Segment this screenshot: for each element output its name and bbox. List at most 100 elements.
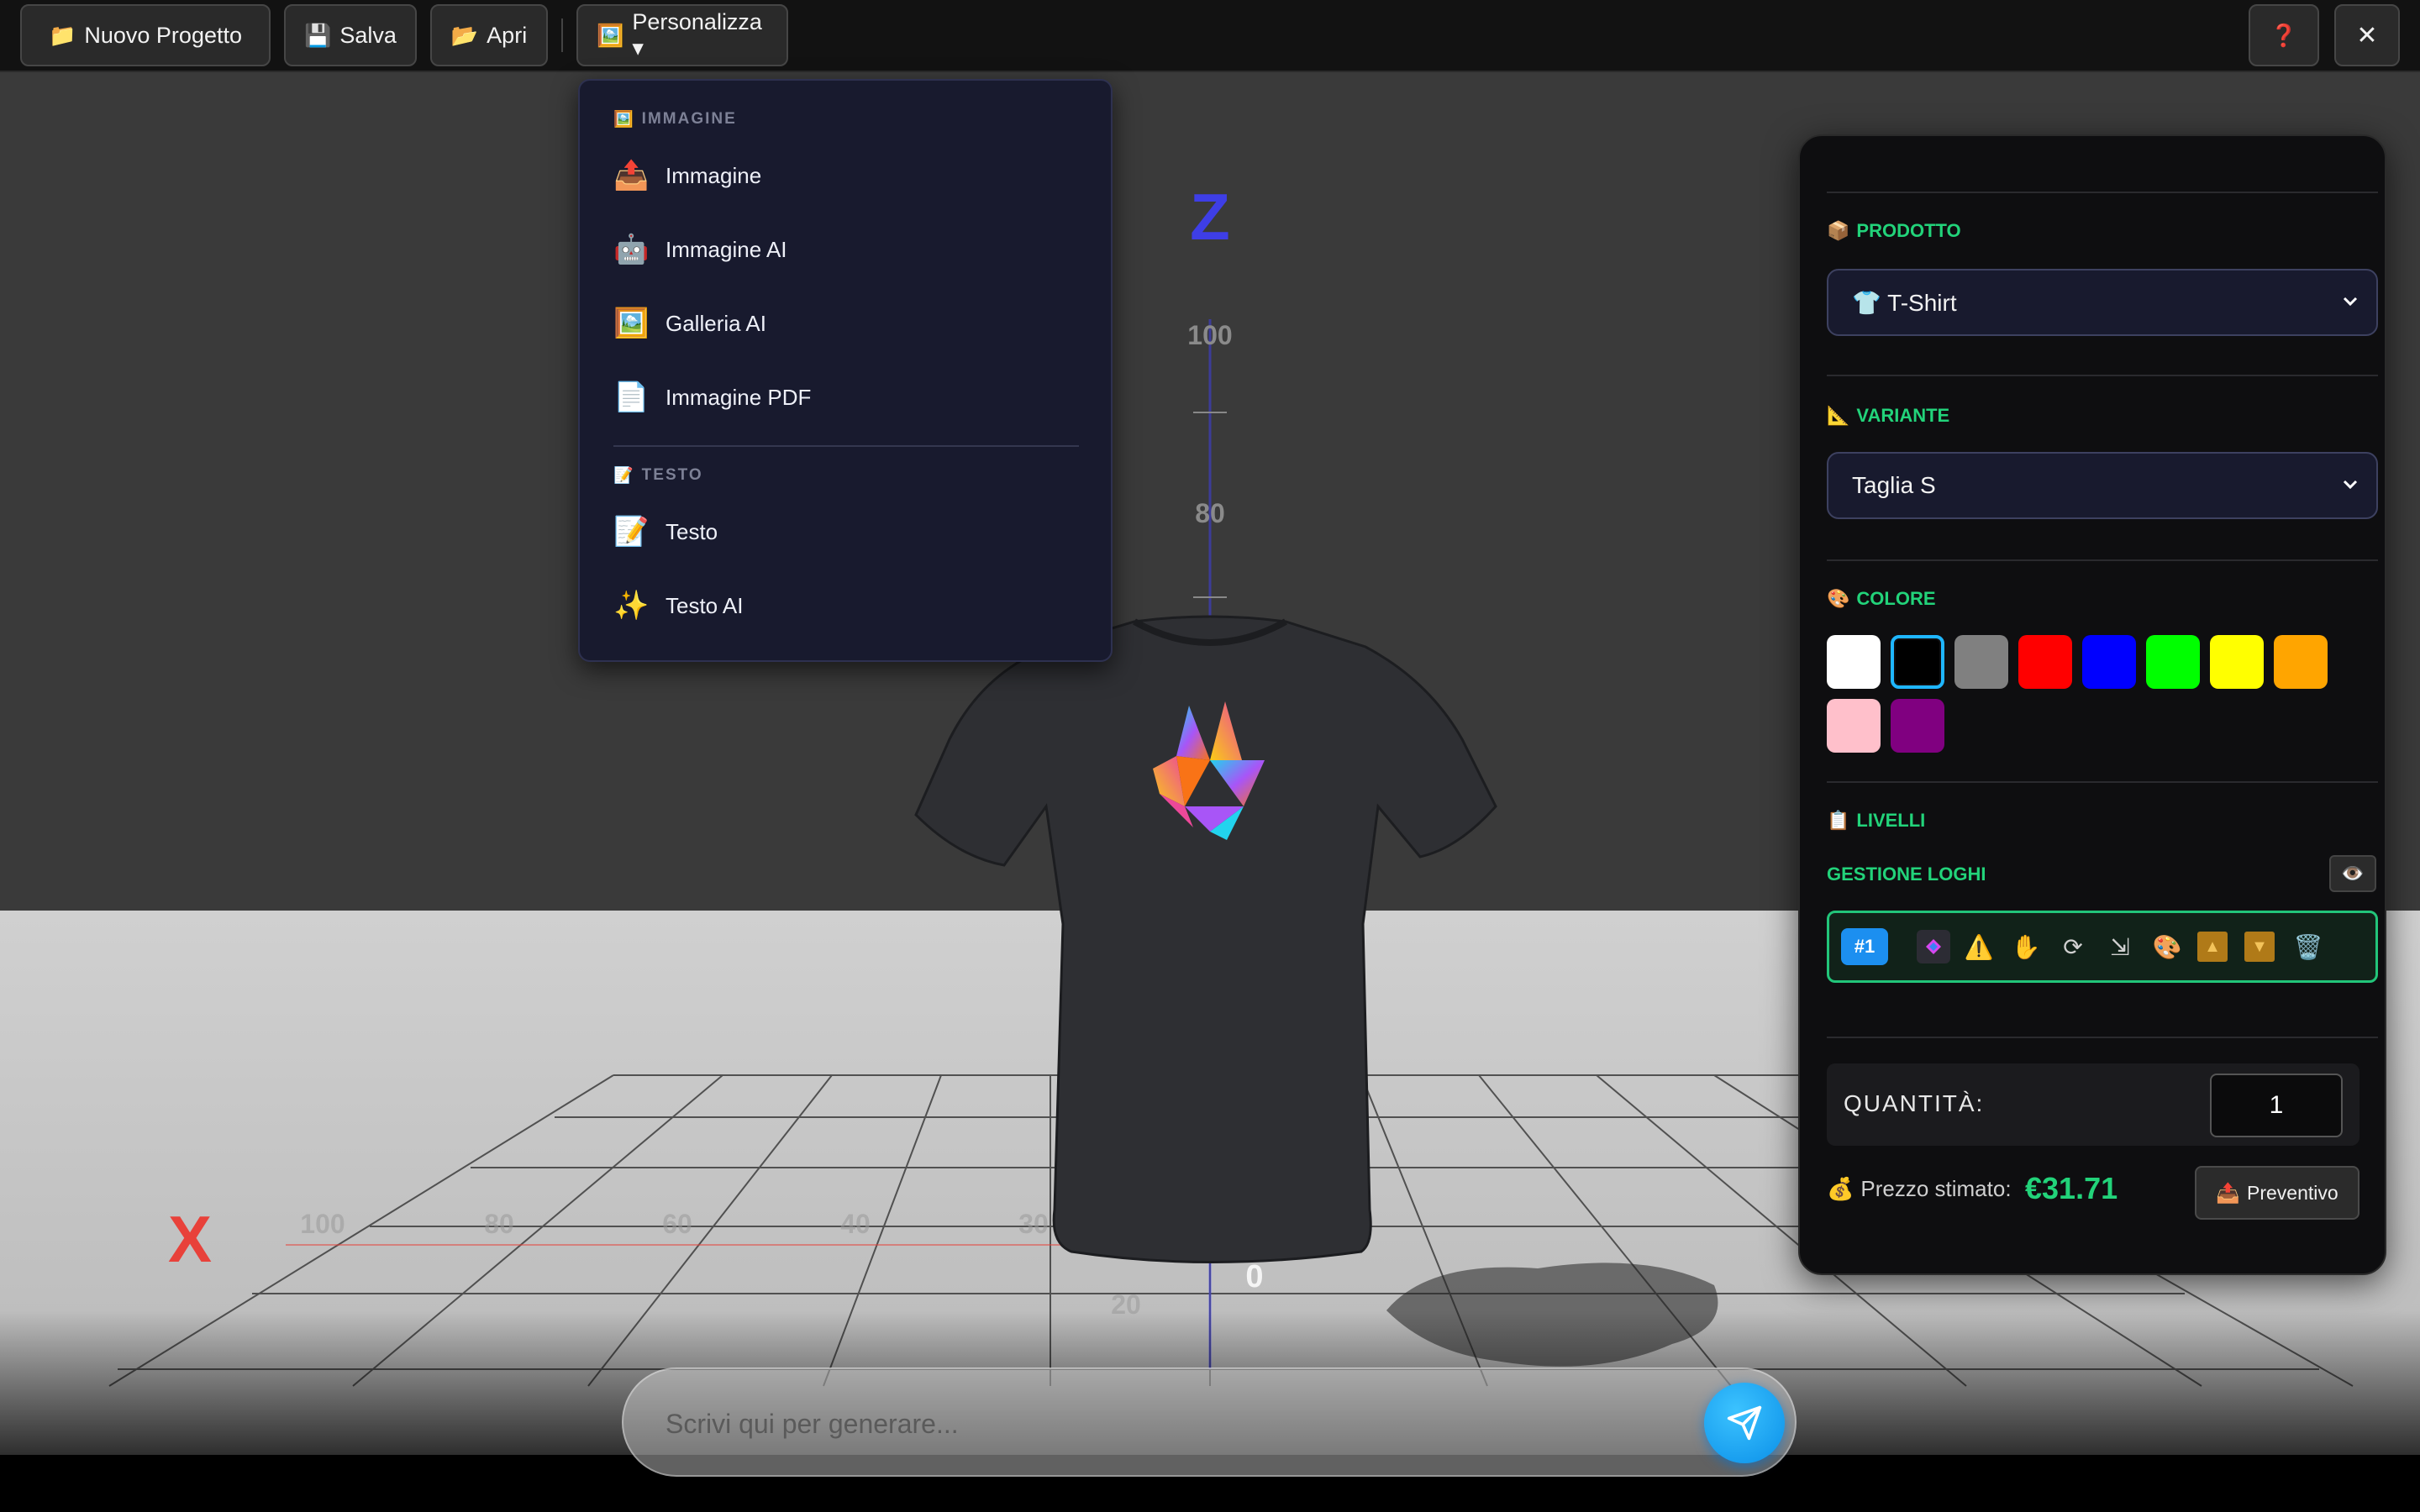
picture-icon: 🖼️ [597,22,624,48]
layers-section-label: 📋 LIVELLI [1827,810,1925,832]
customize-dropdown-menu: 🖼️ IMMAGINE 📤 Immagine 🤖 Immagine AI 🖼️ … [578,79,1113,662]
x-axis-label: X [168,1202,212,1276]
outbox-tray-icon: 📤 [2216,1181,2240,1204]
color-label-text: COLORE [1856,588,1936,609]
new-project-button[interactable]: 📁 Nuovo Progetto [20,4,271,66]
open-folder-icon: 📂 [450,22,479,48]
menu-item-label: Testo [666,518,718,544]
palette-icon[interactable]: 🎨 [2150,930,2184,963]
warning-icon[interactable]: ⚠️ [1962,930,1996,963]
product-section-label: 📦 PRODOTTO [1827,220,1961,242]
move-down-icon[interactable]: ▼ [2244,932,2275,962]
layer-row[interactable]: #1 ⚠️ ✋ ⟳ ⇲ 🎨 ▲ ▼ 🗑️ [1827,911,2378,983]
menu-item-ai-gallery[interactable]: 🖼️ Galleria AI [613,296,1084,351]
menu-item-label: Immagine AI [666,236,787,262]
question-mark-icon: ❓ [2270,22,2298,48]
document-icon: 📄 [613,381,650,413]
color-swatch[interactable] [2018,635,2072,689]
z-tick-label: 100 [1187,320,1232,350]
x-tick-label: 30 [1018,1209,1049,1239]
palette-icon: 🎨 [1827,588,1850,609]
logo-thumbnail-icon [1926,939,1941,954]
layer-thumbnail [1917,930,1950,963]
clipboard-icon: 📋 [1827,810,1850,831]
menu-item-label: Immagine [666,162,762,188]
product-label-text: PRODOTTO [1856,220,1961,241]
quantity-input[interactable]: 1 [2210,1074,2343,1137]
prompt-input[interactable] [664,1398,1634,1450]
quote-button[interactable]: 📤 Preventivo [2195,1166,2360,1220]
panel-divider [1827,192,2378,193]
x-tick-label: 100 [300,1209,345,1239]
send-button[interactable] [1704,1383,1785,1463]
color-swatch[interactable] [2146,635,2200,689]
menu-item-ai-text[interactable]: ✨ Testo AI [613,578,1084,633]
menu-item-label: Immagine PDF [666,384,812,410]
origin-label: 0 [1245,1259,1263,1294]
save-label: Salva [339,22,397,48]
color-section-label: 🎨 COLORE [1827,588,1936,610]
menu-item-label: Galleria AI [666,310,766,336]
resize-icon[interactable]: ⇲ [2103,930,2137,963]
product-select[interactable]: 👕 T-Shirt [1827,269,2378,336]
color-swatch[interactable] [1891,635,1944,689]
customize-label: Personalizza ▾ [632,9,762,60]
triangular-ruler-icon: 📐 [1827,405,1850,426]
variant-select[interactable]: Taglia S [1827,452,2378,519]
quantity-row: QUANTITÀ: 1 [1827,1063,2360,1146]
open-button[interactable]: 📂 Apri [430,4,548,66]
z-axis-label: Z [1190,180,1230,254]
memo-icon: 📝 [613,467,635,485]
color-swatch[interactable] [2082,635,2136,689]
x-tick-label: 40 [840,1209,871,1239]
chevron-down-icon [2343,297,2358,307]
toolbar-divider [561,18,563,52]
picture-icon: 🖼️ [613,111,635,129]
help-button[interactable]: ❓ [2249,4,2319,66]
menu-item-text[interactable]: 📝 Testo [613,504,1084,559]
panel-divider [1827,375,2378,376]
top-toolbar: 📁 Nuovo Progetto 💾 Salva 📂 Apri 🖼️ Perso… [0,0,2420,72]
color-swatch[interactable] [1891,699,1944,753]
estimated-price-text: Prezzo stimato: [1860,1176,2012,1201]
move-up-icon[interactable]: ▲ [2197,932,2228,962]
color-swatch[interactable] [2274,635,2328,689]
menu-item-ai-image[interactable]: 🤖 Immagine AI [613,222,1084,277]
close-icon: ✕ [2356,21,2378,50]
send-paper-plane-icon [1727,1405,1762,1441]
color-swatch[interactable] [1827,635,1881,689]
menu-section-text: 📝 TESTO [613,465,703,486]
color-swatch[interactable] [2210,635,2264,689]
menu-item-pdf-image[interactable]: 📄 Immagine PDF [613,370,1084,425]
color-swatch[interactable] [1954,635,2008,689]
memo-icon: 📝 [613,516,650,548]
chevron-down-icon [2343,480,2358,490]
save-button[interactable]: 💾 Salva [284,4,417,66]
open-label: Apri [487,22,528,48]
new-project-label: Nuovo Progetto [84,22,242,48]
move-hand-icon[interactable]: ✋ [2009,930,2043,963]
logo-manager-label: GESTIONE LOGHI [1827,864,1986,885]
folder-icon: 📁 [49,22,76,48]
menu-section-image: 🖼️ IMMAGINE [613,109,737,129]
menu-item-label: Testo AI [666,592,744,618]
menu-section-image-label: IMMAGINE [641,110,737,128]
variant-section-label: 📐 VARIANTE [1827,405,1949,427]
generation-prompt-bar [622,1368,1797,1477]
customize-menu-button[interactable]: 🖼️ Personalizza ▾ [576,4,788,66]
variant-label-text: VARIANTE [1856,405,1950,426]
layers-label-text: LIVELLI [1856,810,1926,831]
rotate-icon[interactable]: ⟳ [2056,930,2090,963]
product-select-value: 👕 T-Shirt [1852,289,1957,316]
trash-icon[interactable]: 🗑️ [2291,930,2325,963]
estimated-price-value: €31.71 [2025,1171,2118,1205]
color-swatch[interactable] [1827,699,1881,753]
menu-item-image[interactable]: 📤 Immagine [613,148,1084,203]
eye-icon: 👁️ [2341,863,2365,884]
toggle-visibility-button[interactable]: 👁️ [2329,855,2376,892]
estimated-price-label: 💰 Prezzo stimato: [1827,1176,2012,1202]
close-button[interactable]: ✕ [2334,4,2400,66]
panel-divider [1827,781,2378,783]
layer-number-badge: #1 [1841,928,1888,965]
logo-manager-text: GESTIONE LOGHI [1827,864,1986,885]
